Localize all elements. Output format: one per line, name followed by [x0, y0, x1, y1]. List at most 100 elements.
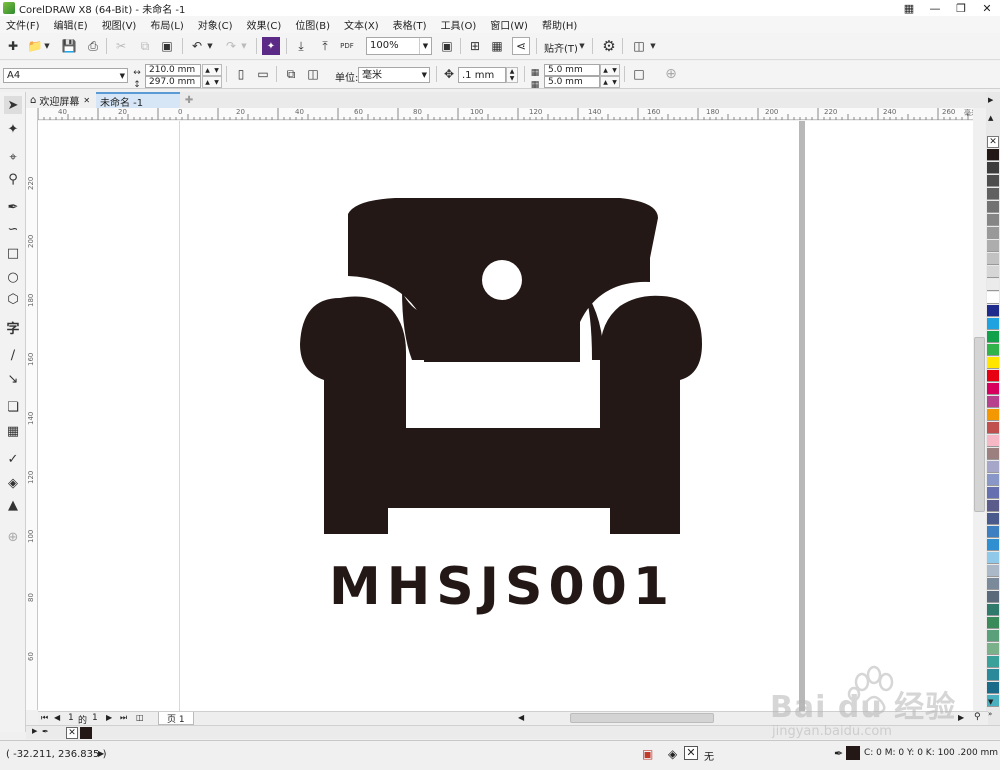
- close-button[interactable]: ✕: [974, 0, 1000, 16]
- parallel-dimension-icon[interactable]: ∕: [4, 346, 22, 364]
- horizontal-ruler[interactable]: 40 20 0 20 40 60 80 100 120 140 160 180 …: [38, 108, 988, 120]
- palette-swatch[interactable]: [987, 461, 999, 473]
- smart-fill-icon[interactable]: ▲: [4, 496, 22, 514]
- show-grid-icon[interactable]: ▦: [488, 37, 506, 55]
- crop-tool-icon[interactable]: ⌖: [4, 148, 22, 166]
- palette-swatch[interactable]: [987, 201, 999, 213]
- snap-dropdown-icon[interactable]: ▼: [577, 37, 587, 55]
- duplicate-y-spinner[interactable]: ▲ ▼: [600, 76, 620, 88]
- launcher-dropdown-icon[interactable]: ▼: [648, 37, 658, 55]
- palette-swatch[interactable]: [987, 149, 999, 161]
- duplicate-x-spinner[interactable]: ▲ ▼: [600, 64, 620, 76]
- add-toolbar-icon[interactable]: ⊕: [662, 65, 680, 83]
- page-height-spinner[interactable]: ▲ ▼: [202, 76, 222, 88]
- drop-shadow-icon[interactable]: ❏: [4, 398, 22, 416]
- fill-bucket-icon[interactable]: ◈: [668, 747, 677, 761]
- zoom-tool-icon[interactable]: ⚲: [4, 170, 22, 188]
- application-launcher-icon[interactable]: ◫: [630, 37, 648, 55]
- duplicate-y-field[interactable]: 5.0 mm: [544, 76, 600, 88]
- search-content-icon[interactable]: ✦: [262, 37, 280, 55]
- vertical-ruler[interactable]: 220 200 180 160 140 120 100 80 60: [26, 108, 38, 710]
- eyedropper-icon[interactable]: ✓: [4, 450, 22, 468]
- palette-swatch[interactable]: [987, 383, 999, 395]
- tab-welcome[interactable]: ⌂ 欢迎屏幕 ✕: [26, 92, 96, 108]
- nudge-spinner[interactable]: ▲ ▼: [506, 67, 518, 83]
- page-width-field[interactable]: 210.0 mm: [145, 64, 201, 76]
- artistic-media-icon[interactable]: ∽: [4, 220, 22, 238]
- snap-to-label[interactable]: 贴齐(T): [544, 40, 578, 55]
- minimize-button[interactable]: —: [922, 0, 948, 16]
- palette-swatch[interactable]: [987, 591, 999, 603]
- units-select[interactable]: 毫米 ▼: [358, 67, 430, 83]
- prev-page-icon[interactable]: ◀: [54, 713, 60, 722]
- zoom-level-select[interactable]: 100% ▼: [366, 37, 432, 55]
- palette-swatch[interactable]: [987, 253, 999, 265]
- palette-swatch[interactable]: ✕: [987, 136, 999, 148]
- palette-swatch[interactable]: [987, 604, 999, 616]
- publish-pdf-icon[interactable]: PDF: [338, 37, 356, 55]
- palette-swatch[interactable]: [987, 448, 999, 460]
- menu-edit[interactable]: 编辑(E): [54, 17, 88, 32]
- menu-file[interactable]: 文件(F): [6, 17, 40, 32]
- palette-scroll-up-icon[interactable]: ▶: [988, 96, 993, 104]
- palette-swatch[interactable]: [987, 331, 999, 343]
- palette-swatch[interactable]: [987, 188, 999, 200]
- palette-swatch[interactable]: [987, 630, 999, 642]
- tab-untitled-1[interactable]: 未命名 -1: [96, 92, 180, 109]
- page-tab-1[interactable]: 页 1: [158, 712, 194, 725]
- user-account-icon[interactable]: ▦: [896, 0, 922, 16]
- color-proof-icon[interactable]: ▣: [642, 747, 653, 761]
- restore-button[interactable]: ❐: [948, 0, 974, 16]
- palette-swatch[interactable]: [987, 370, 999, 382]
- doc-palette-edit-icon[interactable]: ✒: [42, 727, 49, 736]
- full-screen-icon[interactable]: ▣: [438, 37, 456, 55]
- rectangle-tool-icon[interactable]: □: [4, 244, 22, 262]
- menu-window[interactable]: 窗口(W): [490, 17, 528, 32]
- shape-tool-icon[interactable]: ✦: [4, 120, 22, 138]
- logo-text[interactable]: MHSJS001: [329, 557, 675, 617]
- add-tool-icon[interactable]: ⊕: [4, 528, 22, 546]
- menu-layout[interactable]: 布局(L): [150, 17, 183, 32]
- connector-tool-icon[interactable]: ↘: [4, 370, 22, 388]
- show-guidelines-icon[interactable]: ⋖: [512, 37, 530, 55]
- pick-tool-icon[interactable]: ➤: [4, 96, 22, 114]
- palette-scroll-icon[interactable]: ▲: [988, 114, 993, 122]
- palette-swatch[interactable]: [987, 474, 999, 486]
- horizontal-scroll-thumb[interactable]: [570, 713, 714, 723]
- palette-swatch[interactable]: [987, 292, 999, 304]
- paste-icon[interactable]: ▣: [158, 37, 176, 55]
- next-page-icon[interactable]: ▶: [106, 713, 112, 722]
- cut-icon[interactable]: ✂: [112, 37, 130, 55]
- nudge-distance-field[interactable]: .1 mm: [458, 67, 506, 83]
- palette-swatch[interactable]: [987, 396, 999, 408]
- undo-icon[interactable]: ↶: [188, 37, 206, 55]
- palette-swatch[interactable]: [987, 526, 999, 538]
- palette-swatch[interactable]: [987, 162, 999, 174]
- palette-swatch[interactable]: [987, 617, 999, 629]
- import-icon[interactable]: ⤓: [292, 37, 310, 55]
- all-pages-icon[interactable]: ⧉: [282, 65, 300, 83]
- page-size-select[interactable]: A4 ▼: [3, 68, 128, 83]
- freehand-tool-icon[interactable]: ✒: [4, 198, 22, 216]
- add-page-icon[interactable]: ◫: [136, 713, 144, 722]
- palette-swatch[interactable]: [987, 240, 999, 252]
- palette-swatch[interactable]: [987, 539, 999, 551]
- portrait-icon[interactable]: ▯: [232, 65, 250, 83]
- menu-tools[interactable]: 工具(O): [441, 17, 477, 32]
- options-gear-icon[interactable]: ⚙: [600, 37, 618, 55]
- fill-none-swatch[interactable]: ✕: [684, 746, 698, 760]
- first-page-icon[interactable]: ⏮: [41, 713, 48, 723]
- palette-swatch[interactable]: [987, 552, 999, 564]
- palette-swatch[interactable]: [987, 175, 999, 187]
- vertical-scroll-thumb[interactable]: [974, 337, 985, 512]
- copy-icon[interactable]: ⧉: [136, 37, 154, 55]
- palette-swatch[interactable]: [987, 643, 999, 655]
- menu-view[interactable]: 视图(V): [102, 17, 137, 32]
- menu-object[interactable]: 对象(C): [198, 17, 233, 32]
- redo-icon[interactable]: ↷: [222, 37, 240, 55]
- print-icon[interactable]: ⎙: [84, 37, 102, 55]
- palette-swatch[interactable]: [987, 565, 999, 577]
- menu-table[interactable]: 表格(T): [393, 17, 427, 32]
- status-expand-icon[interactable]: ▶: [98, 749, 104, 758]
- save-icon[interactable]: 💾: [60, 37, 78, 55]
